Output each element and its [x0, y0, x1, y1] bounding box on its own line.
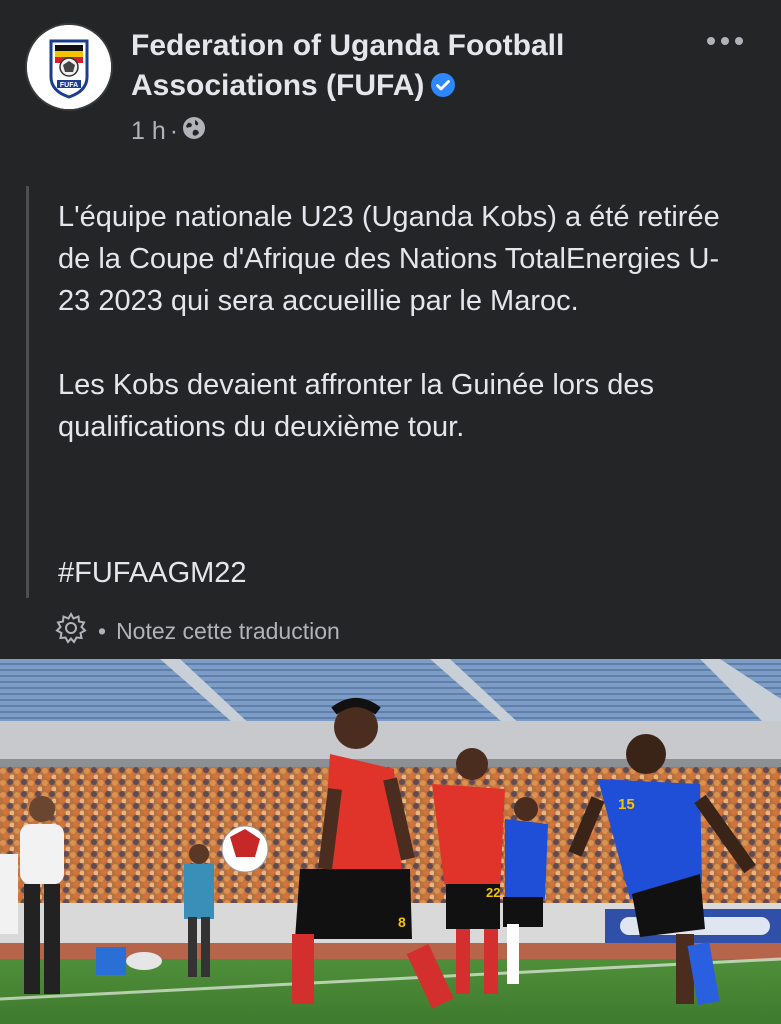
rate-translation-link[interactable]: Notez cette traduction — [116, 618, 340, 645]
fufa-logo-icon: FUFA — [27, 25, 111, 109]
rating-bullet: • — [98, 617, 107, 644]
page-name-link[interactable]: Federation of Uganda Football Associatio… — [131, 26, 651, 109]
more-options-button[interactable] — [703, 30, 747, 52]
hashtag-link[interactable]: #FUFAAGM22 — [58, 552, 247, 594]
jersey-number-left: 8 — [398, 914, 406, 930]
page-avatar[interactable]: FUFA — [27, 25, 111, 109]
translated-post-body: L'équipe nationale U23 (Uganda Kobs) a é… — [26, 186, 749, 598]
globe-icon — [182, 116, 206, 147]
verified-badge-icon — [430, 69, 456, 109]
post-header: FUFA Federation of Uganda Football Assoc… — [0, 0, 781, 170]
post-paragraph-1: L'équipe nationale U23 (Uganda Kobs) a é… — [58, 201, 728, 317]
avatar-label: FUFA — [60, 82, 78, 89]
post-text: L'équipe nationale U23 (Uganda Kobs) a é… — [58, 196, 738, 448]
jersey-number-mid: 22 — [486, 885, 500, 900]
jersey-number-right: 15 — [618, 796, 635, 813]
post-photo[interactable]: 8 22 15 — [0, 659, 781, 1024]
football-match-image: 8 22 15 — [0, 659, 781, 1024]
more-options-icon — [707, 37, 743, 45]
gear-icon[interactable] — [54, 611, 88, 651]
post-meta: 1 h · — [131, 116, 206, 147]
post-time[interactable]: 1 h — [131, 117, 166, 146]
translation-rating-row: • Notez cette traduction — [54, 611, 340, 651]
page-name[interactable]: Federation of Uganda Football Associatio… — [131, 29, 564, 102]
post-paragraph-2: Les Kobs devaient affronter la Guinée lo… — [58, 369, 663, 443]
meta-separator: · — [169, 117, 179, 145]
